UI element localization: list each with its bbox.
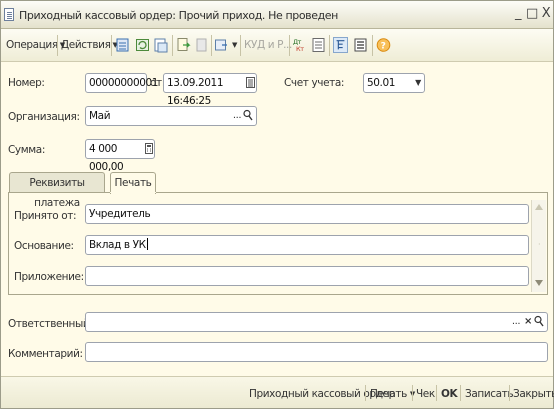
- command-bar: Приходный кассовый ордер Печать▼ Чек OK …: [1, 376, 554, 408]
- actions-menu[interactable]: Действия ▼: [61, 39, 118, 51]
- report-icon[interactable]: ДтКт: [292, 37, 307, 53]
- chevron-down-icon: ▼: [232, 41, 237, 49]
- basis-field[interactable]: Вклад в УК: [85, 235, 529, 255]
- basis-value: Вклад в УК: [89, 239, 146, 251]
- responsible-field[interactable]: ... ×: [85, 312, 548, 332]
- scroll-down-icon[interactable]: [535, 280, 543, 286]
- help-icon[interactable]: ?: [376, 37, 391, 53]
- clear-icon[interactable]: ×: [523, 314, 533, 330]
- sum-label: Сумма:: [8, 144, 45, 156]
- window-title: Приходный кассовый ордер: Прочий приход.…: [19, 9, 338, 22]
- toolbar-divider: [57, 35, 58, 56]
- command-divider: [365, 385, 366, 401]
- ok-button[interactable]: OK: [441, 388, 458, 400]
- scroll-up-icon[interactable]: [535, 204, 543, 210]
- date-field[interactable]: 13.09.2011 16:46:25: [163, 73, 257, 107]
- svg-text:?: ?: [381, 42, 386, 52]
- toolbar-divider: [372, 35, 373, 56]
- select-button[interactable]: ...: [511, 314, 521, 330]
- refresh-icon[interactable]: [135, 37, 150, 53]
- structure-icon[interactable]: [353, 37, 368, 53]
- account-select[interactable]: 50.01 ▼: [363, 73, 425, 93]
- comment-label: Комментарий:: [8, 348, 83, 360]
- number-label: Номер:: [8, 77, 45, 89]
- date-value: 13.09.2011 16:46:25: [167, 77, 224, 107]
- calendar-icon[interactable]: [246, 77, 255, 88]
- comment-field[interactable]: [85, 342, 548, 362]
- toolbar-divider: [289, 35, 290, 56]
- accepted-from-field[interactable]: Учредитель: [85, 204, 529, 224]
- attachment-field[interactable]: [85, 266, 529, 286]
- save-button[interactable]: Записать: [465, 388, 514, 400]
- search-icon[interactable]: [534, 315, 544, 327]
- sum-value: 4 000 000,00: [89, 143, 124, 173]
- document-icon: [4, 8, 14, 21]
- select-button[interactable]: ...: [232, 108, 242, 124]
- maximize-button[interactable]: □: [526, 7, 538, 21]
- tab-print[interactable]: Печать: [110, 172, 156, 194]
- kudir-button[interactable]: КУД и Р...: [244, 39, 292, 51]
- toolbar-divider: [329, 35, 330, 56]
- accepted-from-value: Учредитель: [89, 208, 151, 220]
- toolbar-divider: [111, 35, 112, 56]
- sum-field[interactable]: 4 000 000,00: [85, 139, 155, 173]
- organization-value: Май: [89, 110, 111, 122]
- text-cursor: [146, 238, 148, 250]
- account-value: 50.01: [367, 77, 396, 89]
- command-divider: [436, 385, 437, 401]
- structure-icon[interactable]: [333, 37, 348, 53]
- tab-panel-scrollbar[interactable]: ·: [531, 200, 546, 292]
- debit-credit-icon[interactable]: [214, 37, 229, 53]
- attachment-label: Приложение:: [14, 271, 84, 283]
- debit-credit-menu-arrow[interactable]: ▼: [230, 39, 237, 51]
- tab-print-label: Печать: [114, 177, 152, 189]
- filter-icon[interactable]: [311, 37, 326, 53]
- calculator-icon[interactable]: [145, 143, 153, 154]
- account-label: Счет учета:: [284, 77, 345, 89]
- check-button[interactable]: Чек: [416, 388, 435, 400]
- operation-menu-label: Операция: [6, 39, 58, 51]
- operation-menu[interactable]: Операция ▼: [6, 39, 65, 51]
- print-icon[interactable]: [153, 37, 168, 53]
- minimize-button[interactable]: _: [512, 7, 524, 21]
- toolbar: Операция ▼ Действия ▼ ▼ КУД и Р... Дт Кт ?: [1, 29, 553, 62]
- title-bar: Приходный кассовый ордер: Прочий приход.…: [1, 1, 553, 29]
- list-icon[interactable]: [115, 37, 130, 53]
- organization-field[interactable]: Май ...: [85, 106, 257, 126]
- scroll-thumb[interactable]: ·: [538, 240, 541, 249]
- command-divider: [509, 385, 510, 401]
- toolbar-divider: [211, 35, 212, 56]
- basis-label: Основание:: [14, 240, 74, 252]
- print-menu-button[interactable]: Печать▼: [370, 388, 415, 400]
- actions-menu-label: Действия: [61, 39, 111, 51]
- copy-icon[interactable]: [176, 37, 191, 53]
- number-value: 00000000001: [89, 77, 159, 89]
- command-divider: [412, 385, 413, 401]
- close-form-button[interactable]: Закрыть: [513, 388, 554, 400]
- move-icon[interactable]: [194, 37, 209, 53]
- organization-label: Организация:: [8, 111, 80, 123]
- tab-payment-details[interactable]: Реквизиты платежа: [9, 172, 105, 209]
- svg-text:Кт: Кт: [296, 45, 304, 53]
- dropdown-icon[interactable]: ▼: [413, 75, 423, 91]
- responsible-label: Ответственный:: [8, 318, 93, 330]
- search-icon[interactable]: [243, 109, 253, 121]
- number-field[interactable]: 00000000001: [85, 73, 158, 93]
- close-button[interactable]: X: [540, 7, 552, 21]
- print-menu-label: Печать: [370, 388, 407, 400]
- toolbar-divider: [172, 35, 173, 56]
- command-divider: [460, 385, 461, 401]
- accepted-from-label: Принято от:: [14, 210, 77, 222]
- toolbar-divider: [240, 35, 241, 56]
- document-window: Приходный кассовый ордер: Прочий приход.…: [0, 0, 554, 409]
